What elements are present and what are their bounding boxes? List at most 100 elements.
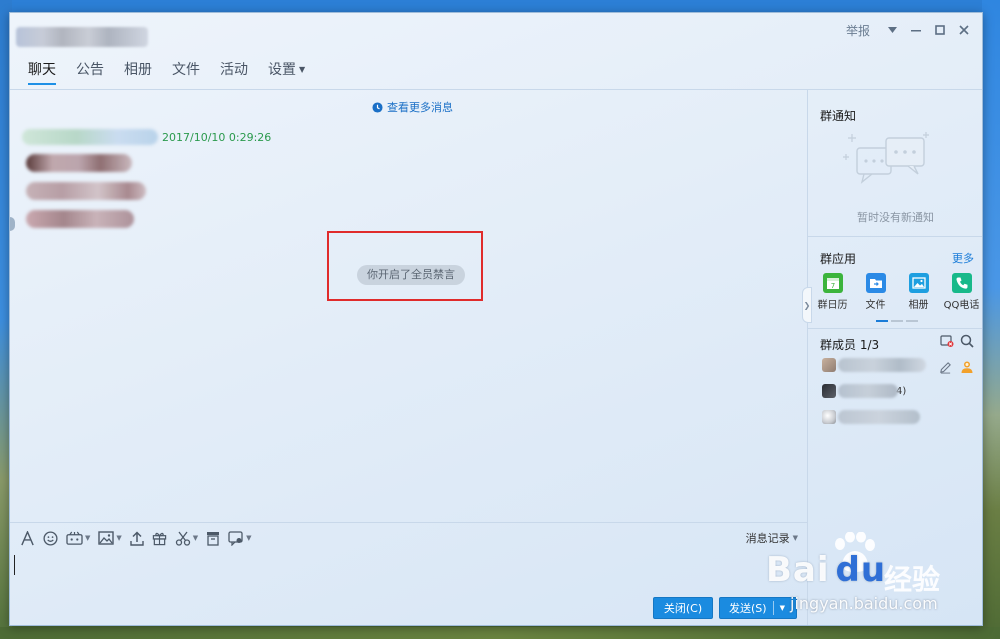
send-button[interactable]: 发送(S) ▼ — [719, 597, 797, 619]
tab-announcement-label: 公告 — [76, 62, 104, 78]
group-name-blurred — [16, 27, 148, 47]
action-buttons: 关闭(C) 发送(S) ▼ — [653, 597, 797, 619]
member-name-blurred — [838, 410, 920, 424]
owner-badge — [960, 360, 974, 377]
group-sidebar: ❯ 群通知 暂时没有新通知 群应用 更多 7 群日历 文件 相册 QQ电话 群成… — [802, 90, 982, 625]
tab-files-label: 文件 — [172, 62, 200, 78]
app-files-label: 文件 — [865, 300, 886, 311]
message-input[interactable] — [10, 551, 807, 595]
member-search-button[interactable] — [960, 334, 974, 351]
tab-activity-label: 活动 — [220, 62, 248, 78]
report-link[interactable]: 举报 — [846, 22, 870, 39]
sidebar-divider — [808, 236, 982, 237]
view-more-messages-link[interactable]: 查看更多消息 — [372, 99, 453, 115]
tab-chat[interactable]: 聊天 — [18, 59, 66, 89]
archive-button[interactable] — [202, 527, 224, 549]
send-split-divider — [772, 601, 774, 615]
message-timestamp: 2017/10/10 0:29:26 — [162, 130, 272, 144]
title-bar: 举报 — [10, 13, 982, 55]
close-button[interactable]: 关闭(C) — [653, 597, 713, 619]
chevron-down-icon: ▼ — [85, 534, 91, 542]
annotation-highlight-box — [327, 231, 483, 301]
group-apps-list: 7 群日历 文件 相册 QQ电话 — [811, 273, 982, 311]
member-name-blurred — [838, 358, 926, 372]
tab-announcement[interactable]: 公告 — [66, 59, 114, 89]
avatar — [822, 384, 836, 398]
member-row[interactable] — [822, 358, 926, 372]
message-content-blurred — [26, 210, 134, 228]
chevron-down-icon[interactable]: ▼ — [780, 604, 785, 612]
main-tabs: 聊天 公告 相册 文件 活动 设置 ▼ — [18, 59, 315, 89]
window-controls: 举报 — [846, 19, 976, 41]
svg-text:7: 7 — [830, 282, 834, 290]
app-files[interactable]: 文件 — [854, 273, 897, 311]
upload-icon — [130, 530, 144, 546]
send-button-label: 发送(S) — [729, 602, 767, 615]
screenshot-button[interactable]: ▼ — [171, 527, 202, 549]
tab-settings-label: 设置 — [268, 62, 296, 78]
minimize-icon[interactable] — [904, 19, 928, 41]
clock-icon — [372, 101, 383, 113]
empty-notice-illustration-icon — [843, 132, 929, 184]
sidebar-divider — [808, 328, 982, 329]
folder-icon — [865, 273, 886, 293]
pencil-icon — [940, 361, 951, 374]
chat-message-area[interactable]: 查看更多消息 2017/10/10 0:29:26 你开启了全员禁言 — [10, 90, 807, 522]
app-album-label: 相册 — [908, 300, 929, 311]
member-manage-button[interactable] — [940, 334, 954, 351]
gif-button[interactable]: ▼ — [62, 527, 94, 549]
member-row[interactable]: 4) — [822, 384, 906, 398]
menu-dropdown-icon[interactable] — [880, 19, 904, 41]
message-history-label: 消息记录 — [745, 532, 790, 545]
desktop-wallpaper-right — [982, 0, 1000, 639]
close-icon[interactable] — [952, 19, 976, 41]
member-row-actions — [939, 360, 974, 377]
edit-button[interactable] — [939, 361, 952, 377]
chevron-down-icon: ▼ — [792, 534, 798, 542]
pager-dot-active[interactable] — [876, 320, 888, 322]
smiley-icon — [43, 530, 58, 546]
chevron-right-icon: ❯ — [803, 300, 811, 310]
group-apps-title: 群应用 — [820, 252, 857, 266]
font-button[interactable] — [16, 527, 39, 549]
tab-activity[interactable]: 活动 — [210, 59, 258, 89]
message-history-link[interactable]: 消息记录 ▼ — [746, 530, 802, 546]
tab-album[interactable]: 相册 — [114, 59, 162, 89]
input-toolbar: ▼ ▼ ▼ ▼ 消息记录 ▼ — [16, 527, 802, 549]
phone-icon — [951, 273, 972, 293]
view-more-messages-label: 查看更多消息 — [387, 101, 453, 114]
qq-group-chat-window: 举报 聊天 公告 相册 文件 活动 设置 ▼ 查看更多消息 2017/10/10… — [9, 12, 983, 626]
group-notice-title: 群通知 — [820, 109, 857, 123]
member-name-blurred — [838, 384, 898, 398]
gift-button[interactable] — [148, 527, 171, 549]
maximize-icon[interactable] — [928, 19, 952, 41]
upload-file-button[interactable] — [126, 527, 148, 549]
chevron-down-icon: ▼ — [246, 534, 252, 542]
member-tools — [940, 334, 974, 351]
sender-name-blurred — [22, 129, 158, 145]
image-button[interactable]: ▼ — [94, 527, 125, 549]
more-tools-button[interactable]: ▼ — [224, 527, 255, 549]
tab-settings[interactable]: 设置 ▼ — [258, 59, 315, 89]
app-qq-call[interactable]: QQ电话 — [940, 273, 982, 311]
apps-more-link[interactable]: 更多 — [952, 250, 974, 266]
apps-pager[interactable] — [876, 320, 918, 322]
app-album[interactable]: 相册 — [897, 273, 940, 311]
archive-icon — [207, 531, 220, 546]
chevron-down-icon: ▼ — [299, 65, 306, 74]
pager-dot[interactable] — [891, 320, 903, 322]
pager-dot[interactable] — [906, 320, 918, 322]
avatar — [822, 358, 836, 372]
avatar — [822, 410, 836, 424]
left-collapse-handle[interactable] — [10, 217, 15, 231]
owner-person-icon — [961, 361, 973, 373]
member-manage-icon — [940, 335, 954, 347]
tab-files[interactable]: 文件 — [162, 59, 210, 89]
app-calendar[interactable]: 7 群日历 — [811, 273, 854, 311]
emoji-button[interactable] — [39, 527, 62, 549]
member-row[interactable] — [822, 410, 920, 424]
chevron-down-icon: ▼ — [192, 534, 199, 542]
notice-empty-text: 暂时没有新通知 — [857, 211, 934, 224]
gif-icon — [66, 531, 83, 545]
toolbar-divider — [10, 522, 807, 523]
